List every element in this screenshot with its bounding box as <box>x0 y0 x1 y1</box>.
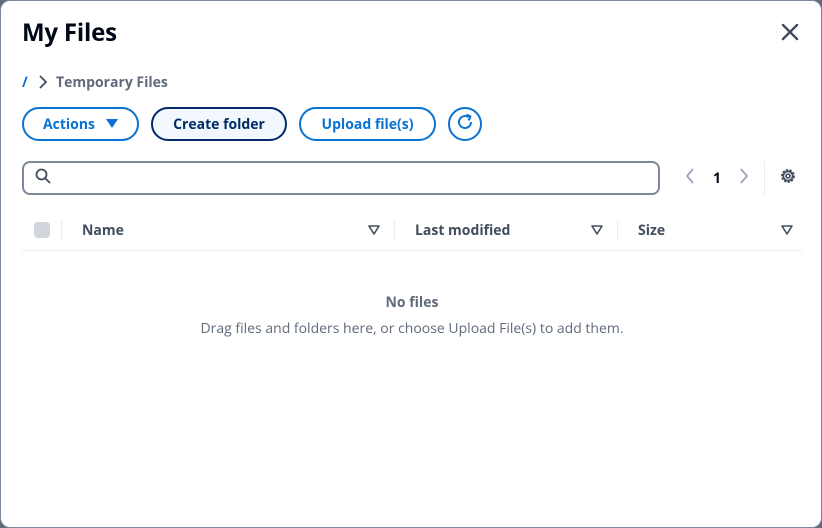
current-page-number[interactable]: 1 <box>701 169 733 188</box>
search-field[interactable] <box>22 161 660 195</box>
sort-caret-icon[interactable] <box>367 223 381 237</box>
chevron-left-icon <box>685 167 695 189</box>
column-header-last-modified[interactable]: Last modified <box>415 221 510 240</box>
create-folder-button[interactable]: Create folder <box>151 107 287 141</box>
column-header-size[interactable]: Size <box>638 221 665 240</box>
column-divider <box>61 220 62 240</box>
gear-icon <box>779 167 797 190</box>
upload-files-button[interactable]: Upload file(s) <box>299 107 436 141</box>
select-all-checkbox[interactable] <box>34 222 50 238</box>
caret-down-icon <box>106 119 119 129</box>
previous-page-button[interactable] <box>679 166 701 190</box>
pagination: 1 <box>679 166 755 190</box>
sort-caret-icon[interactable] <box>590 223 604 237</box>
next-page-button[interactable] <box>733 166 755 190</box>
preferences-button[interactable] <box>777 167 799 189</box>
pager-divider <box>764 161 765 195</box>
sort-caret-icon[interactable] <box>780 223 794 237</box>
empty-state-title: No files <box>385 293 439 312</box>
my-files-dialog: My Files / Temporary Files Actions Creat… <box>0 0 822 528</box>
column-header-name[interactable]: Name <box>82 221 124 240</box>
dialog-title: My Files <box>22 16 117 49</box>
breadcrumb: / Temporary Files <box>22 72 168 92</box>
create-folder-label: Create folder <box>173 114 265 134</box>
actions-label: Actions <box>42 114 96 134</box>
actions-dropdown-button[interactable]: Actions <box>22 107 139 141</box>
close-icon <box>780 22 800 47</box>
upload-files-label: Upload file(s) <box>321 114 414 134</box>
search-icon <box>35 167 51 189</box>
breadcrumb-current: Temporary Files <box>56 72 168 92</box>
chevron-right-icon <box>739 167 749 189</box>
chevron-right-icon <box>38 75 48 89</box>
column-divider <box>617 220 618 240</box>
refresh-icon <box>455 112 475 137</box>
refresh-button[interactable] <box>448 107 482 141</box>
column-divider <box>394 220 395 240</box>
empty-state-description: Drag files and folders here, or choose U… <box>200 319 624 338</box>
search-input[interactable] <box>57 164 658 192</box>
close-button[interactable] <box>777 21 803 47</box>
table-header: Name Last modified Size <box>22 211 802 251</box>
breadcrumb-root-link[interactable]: / <box>22 73 30 92</box>
